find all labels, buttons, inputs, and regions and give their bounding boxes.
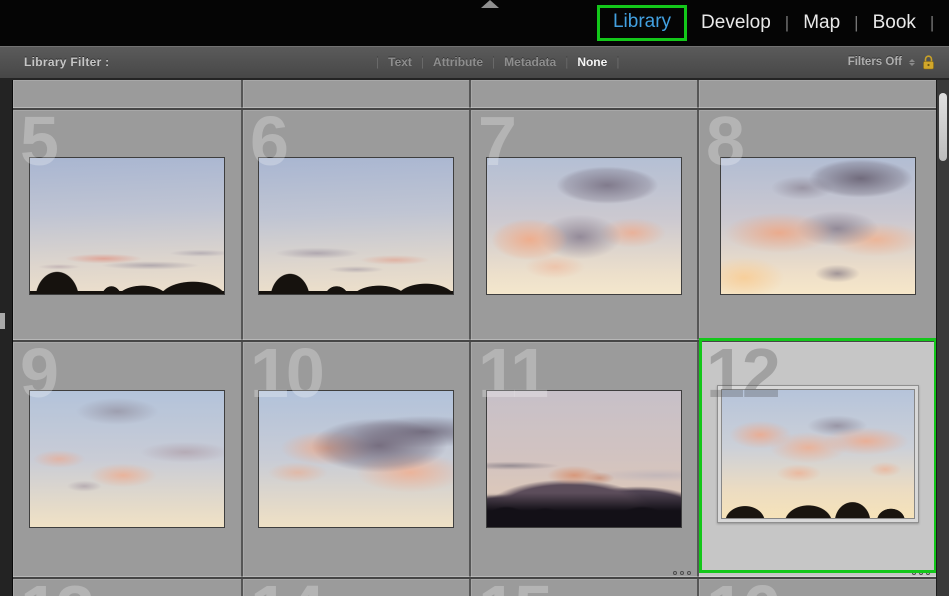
right-scrollbar-track[interactable]: [936, 80, 949, 596]
filter-separator: |: [376, 55, 379, 69]
module-separator: |: [785, 13, 789, 33]
grid-cell-8[interactable]: 8: [699, 110, 936, 340]
module-tab-book[interactable]: Book: [873, 12, 916, 34]
left-panel-collapsed-strip[interactable]: [0, 46, 13, 596]
library-filter-bar: Library Filter : | Text | Attribute | Me…: [0, 46, 949, 80]
thumbnail-badge-dots-icon: [912, 571, 930, 575]
photo-thumbnail-7[interactable]: [486, 157, 682, 295]
grid-cell-13[interactable]: 13: [13, 579, 241, 596]
grid-cell-6[interactable]: 6: [243, 110, 469, 340]
grid-cell-partial[interactable]: [243, 80, 469, 108]
library-grid: 5 6 7 8 9 10 11 12: [13, 80, 936, 596]
filter-separator: |: [492, 55, 495, 69]
selected-photo-frame: [717, 385, 919, 523]
thumbnail-badge-dots-icon: [673, 571, 691, 575]
top-panel-toggle-icon[interactable]: [481, 0, 499, 8]
grid-cell-10[interactable]: 10: [243, 342, 469, 577]
grid-row-13-16-partial: 13 14 15 16: [13, 579, 936, 596]
filters-off-dropdown[interactable]: Filters Off: [848, 56, 902, 68]
grid-cell-11[interactable]: 11: [471, 342, 697, 577]
module-tab-library[interactable]: Library: [613, 11, 671, 32]
filter-options: | Text | Attribute | Metadata | None |: [376, 55, 619, 69]
right-scrollbar-thumb[interactable]: [939, 93, 947, 161]
module-tab-map[interactable]: Map: [803, 12, 840, 34]
grid-cell-5[interactable]: 5: [13, 110, 241, 340]
library-filter-label: Library Filter :: [24, 55, 109, 69]
filter-status-group: Filters Off: [848, 46, 935, 78]
photo-thumbnail-9[interactable]: [29, 390, 225, 528]
grid-cell-7[interactable]: 7: [471, 110, 697, 340]
grid-cell-14[interactable]: 14: [243, 579, 469, 596]
grid-cell-12-selected[interactable]: 12: [699, 342, 936, 577]
photo-thumbnail-12[interactable]: [721, 389, 915, 519]
photo-thumbnail-10[interactable]: [258, 390, 454, 528]
module-picker: Library Develop | Map | Book | S: [597, 0, 949, 46]
photo-thumbnail-6[interactable]: [258, 157, 454, 295]
photo-thumbnail-5[interactable]: [29, 157, 225, 295]
grid-cell-partial[interactable]: [471, 80, 697, 108]
grid-row-partial-top: [13, 80, 936, 108]
filter-option-metadata[interactable]: Metadata: [504, 55, 556, 69]
grid-cell-partial[interactable]: [13, 80, 241, 108]
filter-separator: |: [616, 55, 619, 69]
grid-cell-16[interactable]: 16: [699, 579, 936, 596]
filter-option-attribute[interactable]: Attribute: [433, 55, 483, 69]
grid-cell-15[interactable]: 15: [471, 579, 697, 596]
library-annotation-box: Library: [597, 5, 687, 41]
filter-separator: |: [421, 55, 424, 69]
filter-option-text[interactable]: Text: [388, 55, 412, 69]
grid-cell-9[interactable]: 9: [13, 342, 241, 577]
grid-cell-partial[interactable]: [699, 80, 936, 108]
module-tab-develop[interactable]: Develop: [701, 12, 771, 34]
module-separator: |: [930, 13, 934, 33]
module-separator: |: [854, 13, 858, 33]
filter-option-none[interactable]: None: [577, 55, 607, 69]
photo-thumbnail-8[interactable]: [720, 157, 916, 295]
photo-thumbnail-11[interactable]: [486, 390, 682, 528]
left-scrollbar-thumb[interactable]: [0, 313, 5, 329]
filters-dropdown-carets-icon: [909, 59, 915, 66]
grid-row-5-8: 5 6 7 8: [13, 110, 936, 340]
filter-lock-icon[interactable]: [922, 55, 935, 70]
grid-row-9-12: 9 10 11 12: [13, 342, 936, 577]
top-module-bar: Library Develop | Map | Book | S: [0, 0, 949, 46]
filter-separator: |: [565, 55, 568, 69]
